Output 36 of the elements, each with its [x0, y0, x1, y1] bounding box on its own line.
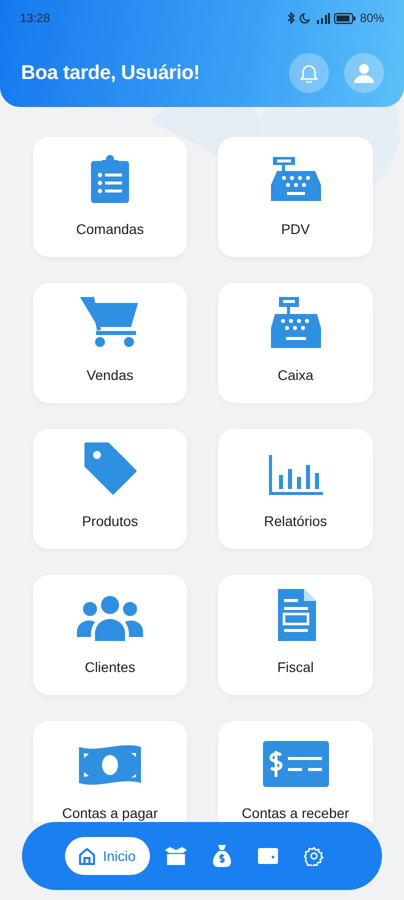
people-icon — [77, 595, 143, 641]
bell-icon — [300, 63, 318, 83]
box-icon — [164, 847, 187, 865]
menu-tile[interactable]: Relatórios — [218, 429, 373, 549]
notifications-button[interactable] — [289, 53, 329, 93]
cart-icon — [80, 295, 140, 349]
menu-tile[interactable]: Fiscal — [218, 575, 373, 695]
settings-icon — [304, 846, 324, 866]
document-icon — [276, 589, 316, 641]
bluetooth-icon — [286, 12, 295, 24]
greeting-title: Boa tarde, Usuário! — [21, 62, 200, 84]
banknote-icon — [77, 743, 143, 787]
money-bag-icon — [212, 845, 231, 867]
menu-tile[interactable]: PDV — [218, 137, 373, 257]
home-icon — [77, 846, 97, 866]
nav-tab[interactable]: Inicio — [65, 837, 150, 875]
menu-tile[interactable]: Comandas — [33, 137, 187, 257]
cash-register-icon — [268, 297, 322, 349]
menu-tile[interactable]: Clientes — [33, 575, 187, 695]
wallet-icon — [258, 848, 278, 864]
clock-time: 13:28 — [20, 11, 50, 25]
battery-icon — [334, 12, 356, 24]
clipboard-icon — [90, 155, 130, 203]
menu-tile[interactable]: Produtos — [33, 429, 187, 549]
person-icon — [354, 63, 374, 83]
menu-tile[interactable]: Vendas — [33, 283, 187, 403]
bill-icon — [262, 741, 328, 787]
battery-percent: 80% — [360, 11, 384, 25]
profile-button[interactable] — [344, 53, 384, 93]
tag-icon — [83, 441, 137, 495]
menu-tile[interactable]: Caixa — [218, 283, 373, 403]
cash-register-icon — [268, 157, 322, 203]
menu-tile[interactable]: Contas a receber — [218, 721, 373, 822]
menu-tile[interactable]: Contas a pagar — [33, 721, 187, 822]
bar-chart-icon — [268, 455, 322, 495]
moon-icon — [298, 12, 310, 24]
